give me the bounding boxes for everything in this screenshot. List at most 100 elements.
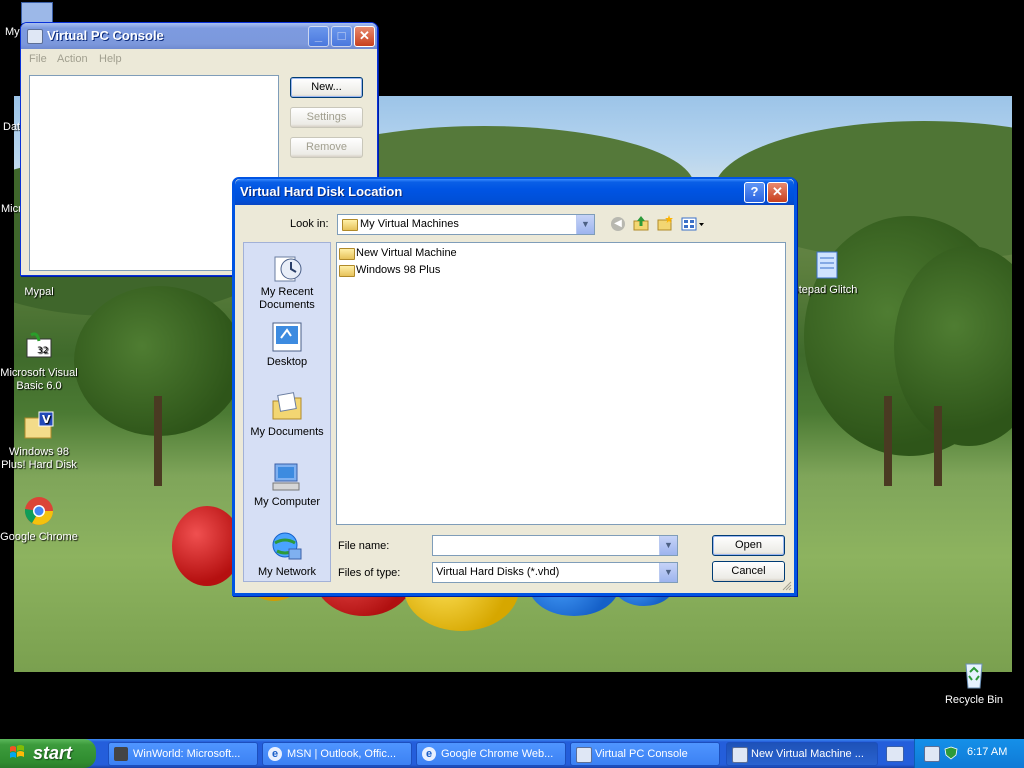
windows-logo-icon — [9, 745, 25, 761]
vhd-location-dialog: Virtual Hard Disk Location ? ✕ Look in: … — [232, 177, 797, 596]
place-label: My Network — [257, 566, 317, 578]
files-of-type-label: Files of type: — [338, 567, 401, 579]
maximize-button[interactable]: □ — [331, 26, 352, 47]
computer-icon — [21, 2, 53, 24]
taskbar-item-new-virtual-machine[interactable]: New Virtual Machine ... — [726, 742, 878, 766]
back-button[interactable]: ◀ — [611, 217, 625, 231]
file-name: Windows 98 Plus — [356, 264, 441, 276]
internet-explorer-icon: e — [422, 747, 436, 761]
chevron-down-icon[interactable]: ▼ — [659, 563, 677, 582]
places-bar: My Recent Documents Desktop My Documents… — [243, 242, 331, 582]
place-my-documents[interactable]: My Documents — [245, 391, 329, 439]
close-icon: ✕ — [359, 28, 370, 43]
my-documents-icon — [271, 391, 303, 423]
desktop-icon-mypal[interactable]: Mypal — [0, 286, 78, 299]
help-button[interactable]: ? — [744, 182, 765, 203]
folder-icon — [339, 265, 355, 277]
chevron-down-icon[interactable]: ▼ — [659, 536, 677, 555]
place-desktop[interactable]: Desktop — [245, 321, 329, 369]
desktop-icon-google-chrome[interactable]: Google Chrome — [0, 495, 79, 544]
notepad-icon — [809, 248, 841, 280]
back-arrow-icon: ◀ — [614, 218, 622, 229]
dialog-title: Virtual Hard Disk Location — [240, 184, 403, 199]
security-tray-icon[interactable] — [944, 746, 958, 760]
desktop-icon-label: Micr — [1, 203, 22, 215]
help-icon: ? — [750, 184, 759, 199]
desktop-icon — [271, 321, 303, 353]
place-label: My Computer — [253, 496, 321, 508]
file-list-item[interactable]: Windows 98 Plus — [339, 264, 539, 278]
look-in-label: Look in: — [290, 218, 329, 230]
taskbar-item-msn[interactable]: e MSN | Outlook, Offic... — [262, 742, 412, 766]
place-my-network[interactable]: My Network — [245, 531, 329, 579]
look-in-dropdown[interactable]: My Virtual Machines ▼ — [337, 214, 595, 235]
desktop-icon-label: Google Chrome — [0, 531, 78, 543]
remove-button[interactable]: Remove — [290, 137, 363, 158]
virtual-pc-icon — [732, 747, 748, 763]
desktop-icon-label: Microsoft Visual Basic 6.0 — [0, 367, 78, 392]
chevron-down-icon[interactable]: ▼ — [576, 215, 594, 234]
desktop-icon-label: Mypal — [24, 286, 54, 298]
up-one-level-button[interactable] — [633, 215, 649, 231]
cancel-button[interactable]: Cancel — [712, 561, 785, 582]
file-list-item[interactable]: New Virtual Machine — [339, 247, 539, 261]
my-network-icon — [271, 531, 303, 563]
look-in-value: My Virtual Machines — [360, 218, 459, 230]
desktop-icon-notepad-glitch[interactable]: otepad Glitch — [785, 248, 865, 297]
desktop-icon-label: Recycle Bin — [944, 694, 1004, 706]
new-folder-icon — [657, 215, 673, 231]
desktop-icon-label: My — [5, 26, 20, 38]
taskbar-item-label: New Virtual Machine ... — [751, 748, 864, 760]
create-new-folder-button[interactable] — [657, 215, 673, 231]
console-titlebar[interactable]: Virtual PC Console _ □ ✕ — [21, 23, 377, 49]
folder-icon — [342, 219, 358, 231]
files-of-type-dropdown[interactable]: Virtual Hard Disks (*.vhd) ▼ — [432, 562, 678, 583]
views-menu-button[interactable] — [681, 216, 707, 232]
taskbar-item-chrome[interactable]: e Google Chrome Web... — [416, 742, 566, 766]
console-title: Virtual PC Console — [47, 28, 164, 43]
desktop-icon-recycle-bin[interactable]: Recycle Bin — [934, 658, 1014, 707]
open-button[interactable]: Open — [712, 535, 785, 556]
desktop-icon-label: otepad Glitch — [792, 284, 858, 296]
minimize-icon: _ — [314, 28, 323, 43]
menu-action[interactable]: Action — [57, 53, 88, 65]
desktop-icon-windows98-hard-disk[interactable]: V Windows 98 Plus! Hard Disk — [0, 410, 79, 472]
recent-documents-icon — [271, 251, 303, 283]
settings-button[interactable]: Settings — [290, 107, 363, 128]
views-icon — [681, 217, 704, 231]
file-name-input[interactable]: ▼ — [432, 535, 678, 556]
clock[interactable]: 6:17 AM — [967, 746, 1007, 758]
close-icon: ✕ — [772, 184, 783, 199]
taskbar-item-winworld[interactable]: WinWorld: Microsoft... — [108, 742, 258, 766]
start-button[interactable]: start — [0, 739, 96, 768]
dialog-close-button[interactable]: ✕ — [767, 182, 788, 203]
file-list[interactable]: New Virtual Machine Windows 98 Plus — [336, 242, 786, 525]
virtual-pc-tray-icon[interactable] — [924, 746, 940, 762]
new-button[interactable]: New... — [290, 77, 363, 98]
place-label: My Recent Documents — [259, 286, 315, 311]
place-my-computer[interactable]: My Computer — [245, 461, 329, 509]
virtual-pc-icon — [27, 29, 43, 44]
files-of-type-value: Virtual Hard Disks (*.vhd) — [436, 566, 560, 578]
up-folder-icon — [633, 216, 649, 231]
resize-grip-icon[interactable] — [782, 581, 792, 591]
keyboard-icon[interactable] — [886, 746, 904, 762]
file-name-label: File name: — [338, 540, 390, 552]
my-computer-icon — [271, 461, 303, 493]
desktop-icon-label: Dat — [3, 121, 21, 133]
desktop-icon-visual-basic[interactable]: 32 Microsoft Visual Basic 6.0 — [0, 331, 79, 393]
menu-file[interactable]: File — [29, 53, 47, 65]
internet-explorer-icon: e — [268, 747, 282, 761]
menu-help[interactable]: Help — [99, 53, 122, 65]
dialog-titlebar[interactable]: Virtual Hard Disk Location ? ✕ — [235, 179, 794, 205]
place-my-recent-documents[interactable]: My Recent Documents — [245, 251, 329, 312]
close-button[interactable]: ✕ — [354, 26, 375, 47]
place-label: My Documents — [250, 426, 324, 438]
minimize-button[interactable]: _ — [308, 26, 329, 47]
winworld-icon — [114, 747, 128, 761]
taskbar-item-label: WinWorld: Microsoft... — [133, 748, 241, 760]
taskbar-item-virtual-pc-console[interactable]: Virtual PC Console — [570, 742, 720, 766]
virtual-pc-icon — [576, 747, 592, 763]
maximize-icon: □ — [337, 28, 346, 43]
taskbar-item-label: MSN | Outlook, Offic... — [287, 748, 397, 760]
